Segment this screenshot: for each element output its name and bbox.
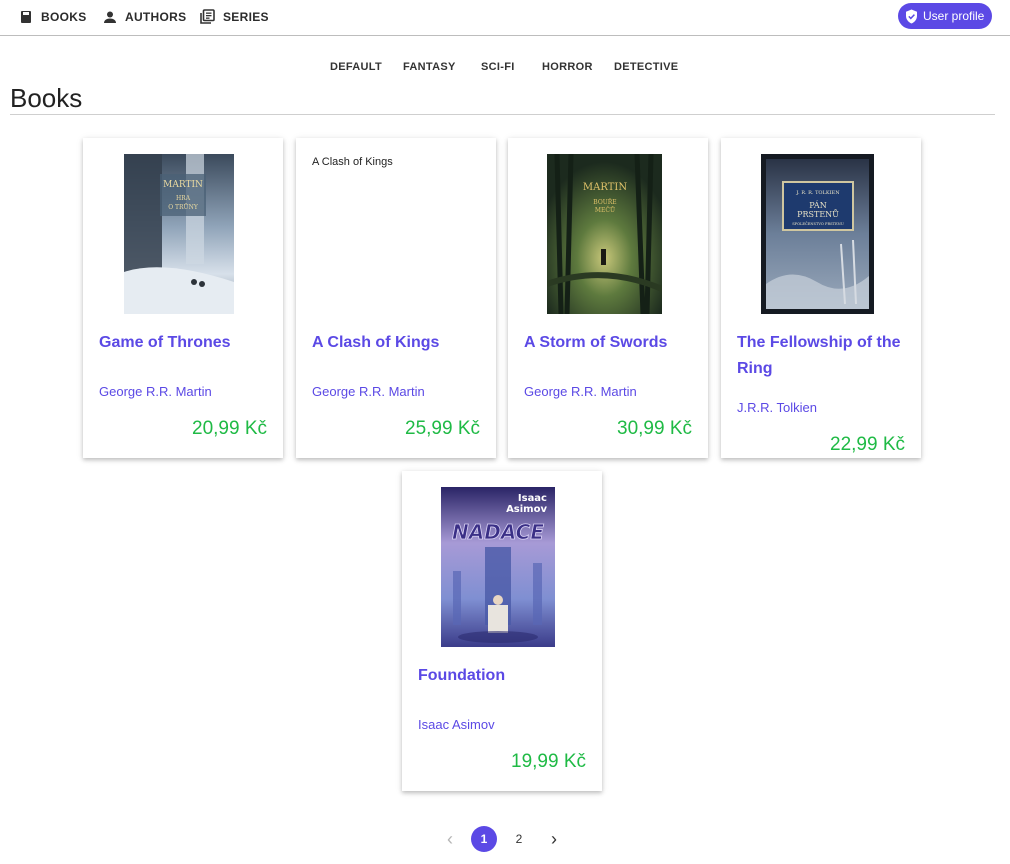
book-card[interactable]: MARTIN HRA O TRŮNY Game of Thrones Georg…	[83, 138, 283, 458]
page-button-1[interactable]: 1	[471, 826, 497, 852]
svg-text:HRA: HRA	[176, 195, 191, 202]
book-author[interactable]: J.R.R. Tolkien	[737, 400, 817, 415]
svg-text:PRSTENŮ: PRSTENŮ	[797, 210, 839, 219]
genre-horror[interactable]: HORROR	[542, 56, 593, 78]
svg-text:BOUŘE: BOUŘE	[593, 198, 616, 206]
book-title[interactable]: Game of Thrones	[99, 330, 271, 356]
svg-text:Isaac: Isaac	[518, 493, 547, 504]
book-title[interactable]: A Storm of Swords	[524, 330, 696, 356]
book-cover-image: MARTIN HRA O TRŮNY	[124, 154, 234, 314]
nav-series-label: SERIES	[223, 9, 269, 24]
library-books-icon	[200, 9, 215, 24]
genre-detective[interactable]: DETECTIVE	[614, 56, 678, 78]
svg-text:SPOLEČENSTVO PRSTENU: SPOLEČENSTVO PRSTENU	[792, 221, 844, 226]
user-profile-button[interactable]: User profile	[898, 3, 992, 29]
genre-sci-fi[interactable]: SCI-FI	[481, 56, 515, 78]
book-author[interactable]: George R.R. Martin	[312, 384, 425, 399]
user-profile-label: User profile	[923, 9, 985, 23]
book-price: 30,99 Kč	[617, 418, 692, 439]
nav-series[interactable]: SERIES	[200, 0, 269, 33]
svg-text:Asimov: Asimov	[506, 504, 547, 515]
book-price: 22,99 Kč	[830, 434, 905, 455]
svg-text:MEČŮ: MEČŮ	[595, 206, 615, 214]
nav-books[interactable]: BOOKS	[20, 0, 87, 33]
book-author[interactable]: George R.R. Martin	[524, 384, 637, 399]
book-cover-image: J. R. R. TOLKIEN PÁN PRSTENŮ SPOLEČENSTV…	[761, 154, 874, 314]
svg-text:MARTIN: MARTIN	[583, 182, 627, 193]
book-card[interactable]: MARTIN BOUŘE MEČŮ A Storm of Swords Geor…	[508, 138, 708, 458]
top-navigation-bar: BOOKS AUTHORS SERIES User profile	[0, 0, 1010, 36]
genre-filter: DEFAULT FANTASY SCI-FI HORROR DETECTIVE	[0, 56, 1010, 78]
book-title[interactable]: Foundation	[418, 663, 590, 689]
svg-text:PÁN: PÁN	[809, 201, 826, 210]
nav-authors-label: AUTHORS	[125, 9, 187, 24]
book-price: 19,99 Kč	[511, 751, 586, 772]
pagination: ‹ 1 2 ›	[0, 826, 1010, 854]
book-icon	[21, 10, 31, 23]
svg-text:J. R. R. TOLKIEN: J. R. R. TOLKIEN	[795, 190, 840, 196]
genre-fantasy[interactable]: FANTASY	[403, 56, 456, 78]
verified-shield-icon	[906, 9, 917, 23]
page-button-2[interactable]: 2	[506, 826, 532, 852]
person-icon	[104, 11, 116, 23]
svg-text:NADACE: NADACE	[452, 520, 544, 544]
title-divider	[10, 114, 995, 115]
book-card[interactable]: A Clash of Kings A Clash of Kings George…	[296, 138, 496, 458]
book-cover-alt-text: A Clash of Kings	[312, 156, 393, 168]
book-price: 25,99 Kč	[405, 418, 480, 439]
genre-default[interactable]: DEFAULT	[330, 56, 382, 78]
nav-authors[interactable]: AUTHORS	[103, 0, 186, 33]
nav-books-label: BOOKS	[41, 9, 87, 24]
svg-text:MARTIN: MARTIN	[163, 180, 203, 190]
page-title: Books	[10, 83, 83, 113]
previous-page-button[interactable]: ‹	[437, 826, 463, 852]
book-author[interactable]: George R.R. Martin	[99, 384, 212, 399]
svg-text:O TRŮNY: O TRŮNY	[168, 203, 199, 211]
book-title[interactable]: A Clash of Kings	[312, 330, 484, 356]
next-page-button[interactable]: ›	[541, 826, 567, 852]
book-author[interactable]: Isaac Asimov	[418, 717, 495, 732]
book-cover-image: MARTIN BOUŘE MEČŮ	[547, 154, 662, 314]
book-price: 20,99 Kč	[192, 418, 267, 439]
book-title[interactable]: The Fellowship of the Ring	[737, 330, 909, 382]
book-card[interactable]: J. R. R. TOLKIEN PÁN PRSTENŮ SPOLEČENSTV…	[721, 138, 921, 458]
book-card[interactable]: Isaac Asimov NADACE Foundation Isaac Asi…	[402, 471, 602, 791]
book-cover-image: Isaac Asimov NADACE	[441, 487, 555, 647]
